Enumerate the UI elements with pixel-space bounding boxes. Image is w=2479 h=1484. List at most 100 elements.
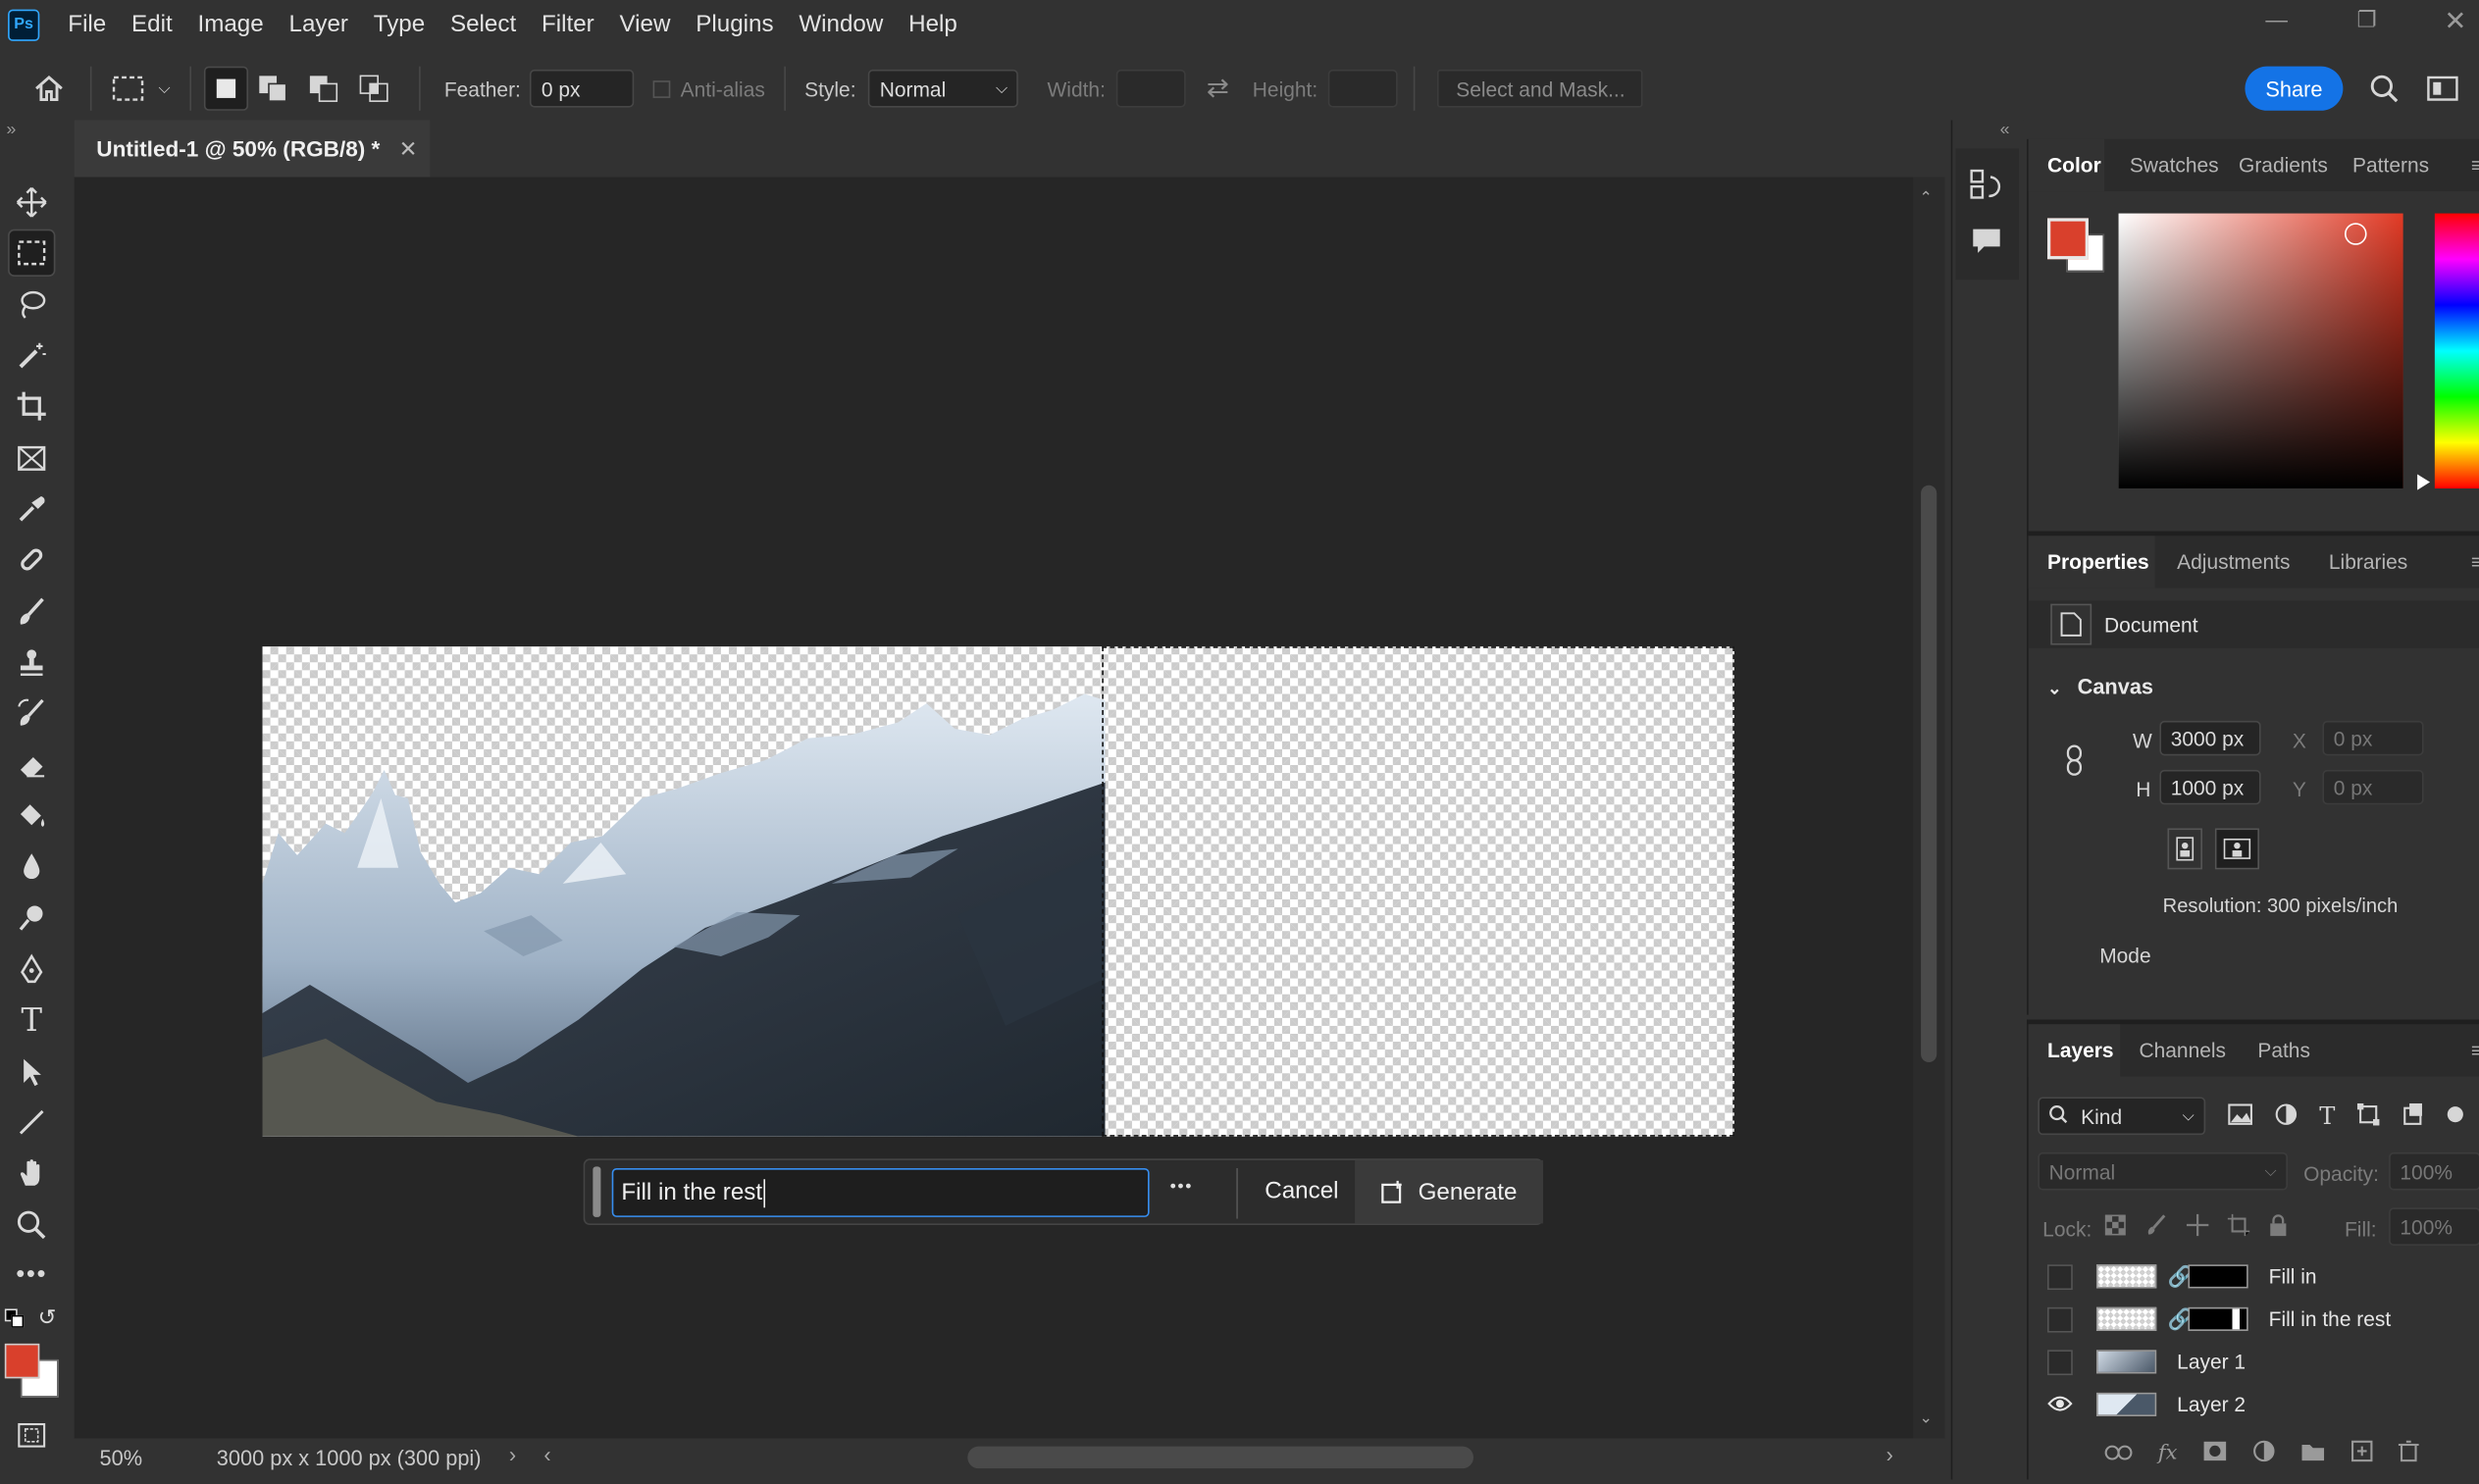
paint-bucket-icon[interactable] <box>10 793 54 838</box>
select-and-mask-button[interactable]: Select and Mask... <box>1437 69 1644 108</box>
layer-mask-thumbnail[interactable] <box>2188 1264 2248 1289</box>
lock-artboard-icon[interactable] <box>2227 1213 2250 1241</box>
canvas-width-input[interactable]: 3000 px <box>2159 720 2261 756</box>
filter-toggle-icon[interactable] <box>2446 1104 2464 1128</box>
layer-row[interactable]: 🔗 Fill in the rest <box>2029 1298 2479 1341</box>
new-layer-icon[interactable] <box>2351 1440 2374 1466</box>
layer-row[interactable]: Layer 1 <box>2029 1341 2479 1384</box>
canvas-x-input[interactable]: 0 px <box>2322 720 2424 756</box>
more-options-icon[interactable]: ••• <box>1170 1178 1193 1197</box>
scroll-down-icon[interactable]: ⌄ <box>1919 1410 1933 1428</box>
new-selection-icon[interactable] <box>203 66 249 111</box>
tab-gradients[interactable]: Gradients <box>2239 139 2328 191</box>
move-icon[interactable] <box>10 180 54 225</box>
swap-icon[interactable]: ⇄ <box>1186 73 1249 104</box>
minimize-icon[interactable]: — <box>2259 6 2294 37</box>
lock-transparent-icon[interactable] <box>2104 1214 2127 1241</box>
canvas-y-input[interactable]: 0 px <box>2322 769 2424 805</box>
lock-pixels-icon[interactable] <box>2145 1214 2168 1241</box>
cancel-button[interactable]: Cancel <box>1265 1178 1338 1204</box>
width-input[interactable] <box>1116 69 1187 108</box>
default-colors-icon[interactable] <box>4 1308 25 1328</box>
chevron-right-icon[interactable]: › <box>509 1443 516 1466</box>
zoom-level[interactable]: 50% <box>100 1447 143 1470</box>
layer-row[interactable]: 🔗 Fill in <box>2029 1255 2479 1299</box>
more-tools-icon[interactable]: ••• <box>10 1254 54 1298</box>
lock-all-icon[interactable] <box>2269 1214 2288 1241</box>
layer-row[interactable]: Layer 2 <box>2029 1383 2479 1426</box>
scroll-up-icon[interactable]: ⌃ <box>1919 189 1933 207</box>
canvas-section-header[interactable]: ⌄ Canvas <box>2047 675 2153 698</box>
eyedropper-icon[interactable] <box>10 486 54 531</box>
height-input[interactable] <box>1328 69 1399 108</box>
subtract-selection-icon[interactable] <box>299 75 350 103</box>
tab-channels[interactable]: Channels <box>2139 1024 2226 1076</box>
hue-slider[interactable] <box>2434 213 2479 488</box>
menu-file[interactable]: File <box>55 11 119 37</box>
quick-mask-icon[interactable] <box>10 1413 54 1458</box>
eraser-icon[interactable] <box>10 742 54 787</box>
history-icon[interactable] <box>1968 168 2006 214</box>
style-select[interactable]: Normal ⌵ <box>868 69 1019 108</box>
restore-icon[interactable]: ❐ <box>2350 6 2384 37</box>
scroll-left-icon[interactable]: ‹ <box>543 1443 550 1466</box>
antialias-checkbox[interactable] <box>653 79 671 98</box>
zoom-icon[interactable] <box>10 1203 54 1247</box>
pen-icon[interactable] <box>10 947 54 991</box>
menu-plugins[interactable]: Plugins <box>683 11 786 37</box>
history-brush-icon[interactable] <box>10 691 54 735</box>
tab-layers[interactable]: Layers <box>2028 1024 2121 1077</box>
menu-view[interactable]: View <box>607 11 684 37</box>
menu-filter[interactable]: Filter <box>529 11 607 37</box>
menu-image[interactable]: Image <box>185 11 277 37</box>
type-icon[interactable]: T <box>10 998 54 1042</box>
filter-adjustment-icon[interactable] <box>2275 1102 2298 1129</box>
close-tab-icon[interactable]: ✕ <box>399 135 418 162</box>
drag-handle[interactable] <box>593 1166 601 1217</box>
lasso-icon[interactable] <box>10 282 54 327</box>
panel-menu-icon[interactable]: ≡ <box>2471 536 2479 588</box>
hand-icon[interactable] <box>10 1151 54 1195</box>
hue-slider-handle[interactable] <box>2417 474 2431 490</box>
tab-paths[interactable]: Paths <box>2257 1024 2310 1076</box>
document-tab[interactable]: Untitled-1 @ 50% (RGB/8) * ✕ <box>74 120 431 178</box>
marquee-icon[interactable] <box>8 229 56 278</box>
crop-icon[interactable] <box>10 384 54 429</box>
tab-color[interactable]: Color <box>2028 138 2105 192</box>
dodge-icon[interactable] <box>10 896 54 941</box>
menu-select[interactable]: Select <box>438 11 529 37</box>
add-mask-icon[interactable] <box>2202 1440 2228 1466</box>
tab-adjustments[interactable]: Adjustments <box>2177 536 2290 588</box>
opacity-input[interactable]: 100% <box>2389 1151 2479 1191</box>
search-icon[interactable] <box>2367 73 2402 104</box>
panel-menu-icon[interactable]: ≡ <box>2471 1024 2479 1076</box>
intersect-selection-icon[interactable] <box>349 75 400 103</box>
swap-colors-icon[interactable]: ↺ <box>38 1305 57 1331</box>
filter-type-icon[interactable]: T <box>2319 1101 2335 1130</box>
magic-wand-icon[interactable] <box>10 333 54 378</box>
adjustment-layer-icon[interactable] <box>2253 1440 2276 1466</box>
visibility-toggle[interactable] <box>2047 1349 2073 1375</box>
expand-panel-icon[interactable]: » <box>6 120 16 138</box>
fill-input[interactable]: 100% <box>2389 1207 2479 1246</box>
visibility-toggle[interactable] <box>2047 1263 2073 1290</box>
tab-libraries[interactable]: Libraries <box>2329 536 2407 588</box>
landscape-icon[interactable] <box>2214 828 2259 870</box>
layer-mask-thumbnail[interactable] <box>2188 1306 2248 1331</box>
chevron-down-icon[interactable]: ⌵ <box>152 79 178 97</box>
color-field[interactable] <box>2118 213 2403 488</box>
visibility-toggle[interactable] <box>2047 1305 2073 1332</box>
collapse-panel-icon[interactable]: « <box>2000 120 2010 138</box>
filter-smart-object-icon[interactable] <box>2402 1102 2424 1129</box>
filter-shape-icon[interactable] <box>2356 1102 2380 1129</box>
eye-icon[interactable] <box>2047 1392 2073 1417</box>
horizontal-scroll-thumb[interactable] <box>967 1446 1474 1469</box>
foreground-color-swatch[interactable] <box>2047 218 2089 260</box>
generative-prompt-input[interactable]: Fill in the rest <box>611 1167 1150 1217</box>
tab-properties[interactable]: Properties <box>2028 536 2155 588</box>
feather-input[interactable]: 0 px <box>530 69 635 108</box>
blur-icon[interactable] <box>10 844 54 889</box>
tab-swatches[interactable]: Swatches <box>2130 139 2219 191</box>
lock-position-icon[interactable] <box>2186 1213 2209 1241</box>
share-button[interactable]: Share <box>2245 66 2344 111</box>
